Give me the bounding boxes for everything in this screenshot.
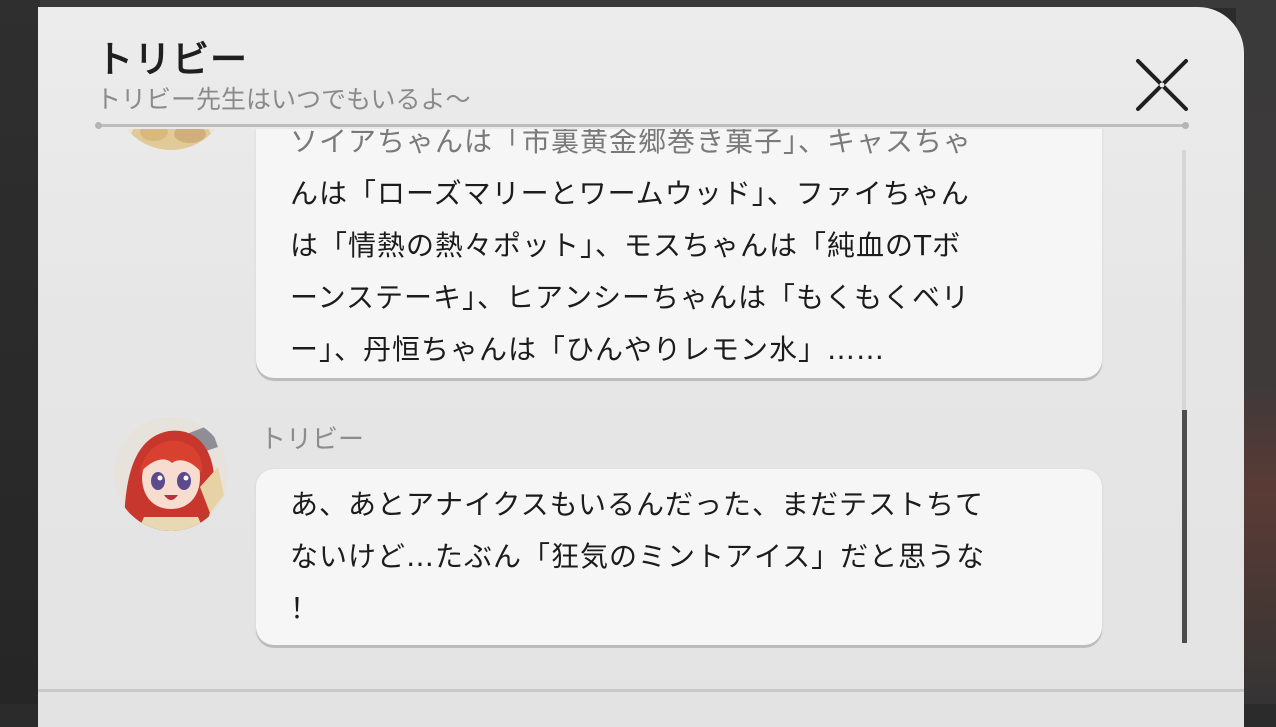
chat-dialog-panel: トリビー トリビー先生はいつでもいるよ～ ソイアちゃんは「市裏黄金郷巻き菓子」、…	[38, 7, 1244, 727]
message-line: は「情熱の熱々ポット」、モスちゃんは「純血のTボ	[290, 229, 962, 262]
message-bubble: あ、あとアナイクスもいるんだった、まだテストちて ないけど…たぶん「狂気のミント…	[256, 469, 1102, 645]
footer-divider	[38, 689, 1244, 692]
dialog-subtitle: トリビー先生はいつでもいるよ～	[96, 85, 471, 114]
message-line: ーンステーキ」、ヒアンシーちゃんは「もくもくベリ	[290, 281, 971, 314]
background-left	[0, 0, 40, 704]
avatar-trivia-icon	[114, 129, 228, 150]
close-icon	[1136, 59, 1188, 111]
scrollbar-thumb[interactable]	[1182, 410, 1187, 643]
message-line: んは「ローズマリーとワームウッド」、ファイちゃん	[290, 177, 970, 210]
close-button[interactable]	[1132, 55, 1192, 115]
avatar-trivia-icon	[114, 417, 228, 531]
sender-name: トリビー	[260, 425, 365, 455]
avatar	[114, 417, 228, 531]
message-line: ー」、丹恒ちゃんは「ひんやりレモン水」……	[290, 333, 886, 366]
dialog-title: トリビー	[96, 38, 248, 81]
header-divider	[95, 122, 1189, 129]
message-line: ないけど…たぶん「狂気のミントアイス」だと思うな	[290, 540, 986, 573]
message-line: ソイアちゃんは「市裏黄金郷巻き菓子」、キャスちゃ	[290, 129, 973, 158]
avatar	[114, 129, 228, 150]
message-line: あ、あとアナイクスもいるんだった、まだテストちて	[290, 488, 985, 521]
message-bubble: ソイアちゃんは「市裏黄金郷巻き菓子」、キャスちゃ んは「ローズマリーとワームウッ…	[256, 129, 1102, 378]
message-line: ！	[290, 592, 320, 625]
message-list[interactable]: ソイアちゃんは「市裏黄金郷巻き菓子」、キャスちゃ んは「ローズマリーとワームウッ…	[38, 129, 1244, 689]
